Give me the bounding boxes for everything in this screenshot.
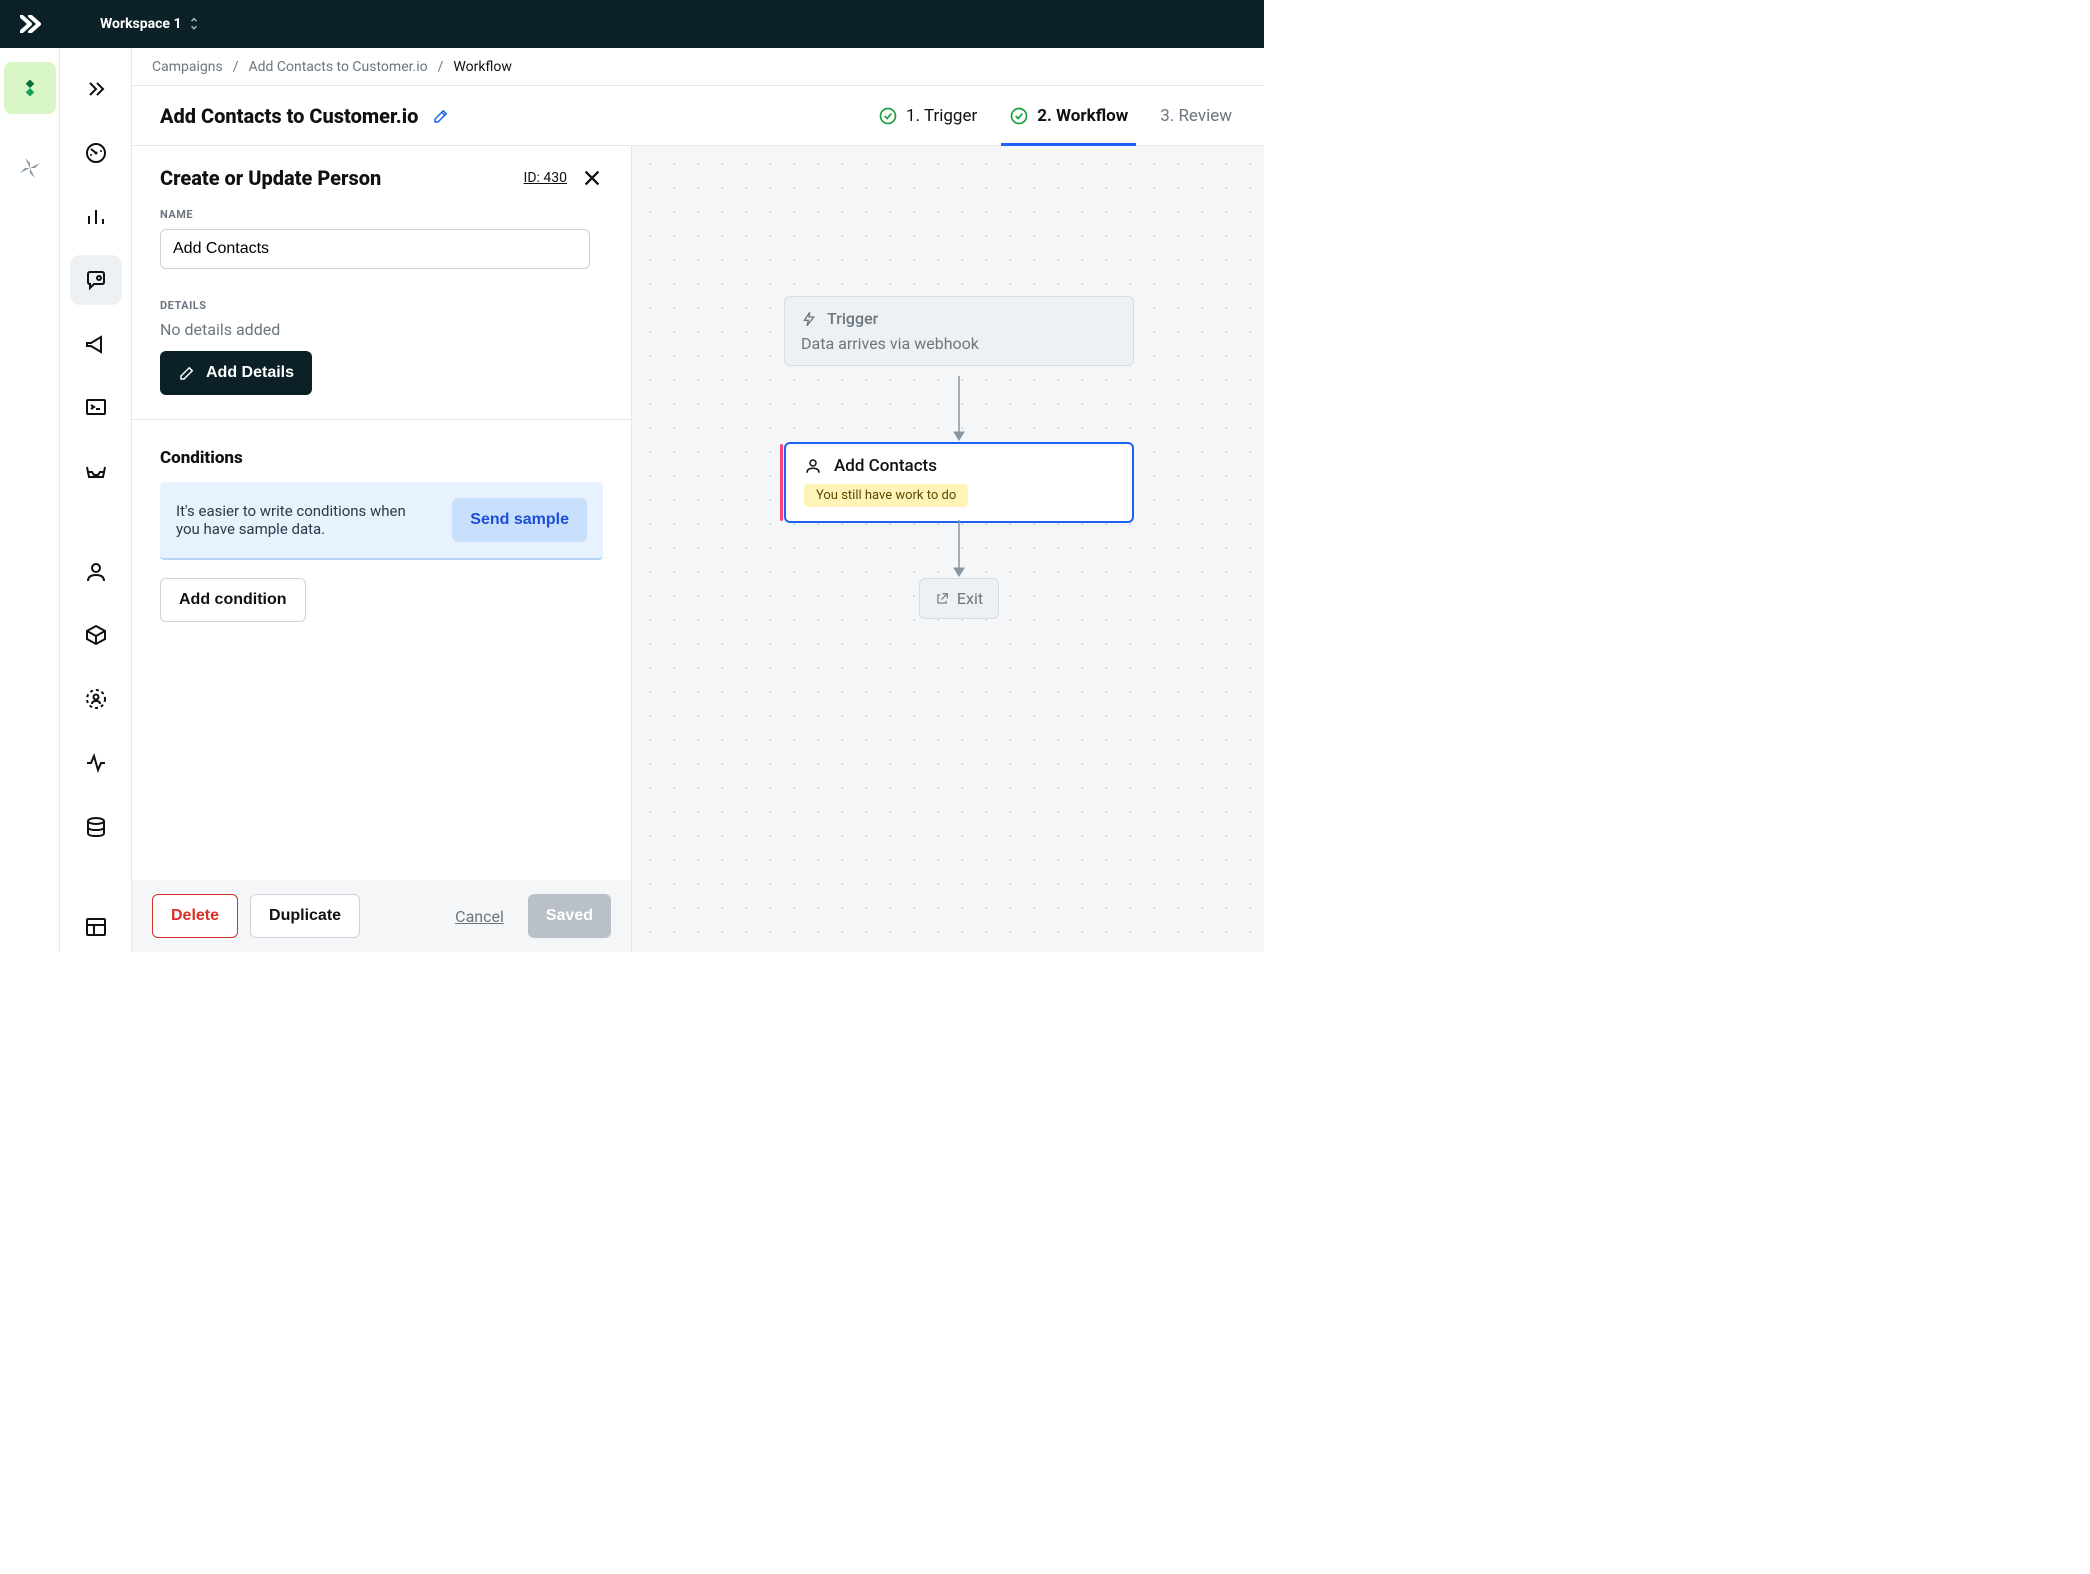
breadcrumb: Campaigns / Add Contacts to Customer.io … bbox=[132, 48, 1264, 86]
exit-label: Exit bbox=[957, 589, 983, 608]
gauge-icon bbox=[84, 141, 108, 165]
nav-people[interactable] bbox=[70, 547, 122, 597]
pinwheel-icon bbox=[18, 156, 42, 180]
nav-rail bbox=[60, 48, 132, 952]
add-condition-button[interactable]: Add condition bbox=[160, 578, 306, 622]
nav-broadcast[interactable] bbox=[70, 319, 122, 369]
app-tile-icon bbox=[18, 76, 42, 100]
check-circle-icon bbox=[878, 106, 898, 126]
main-area: Campaigns / Add Contacts to Customer.io … bbox=[132, 48, 1264, 952]
action-title: Add Contacts bbox=[834, 456, 937, 476]
close-icon[interactable] bbox=[581, 167, 603, 189]
details-panel: Create or Update Person ID: 430 NAME DET… bbox=[132, 146, 632, 952]
action-warning-badge: You still have work to do bbox=[804, 484, 968, 507]
add-details-button[interactable]: Add Details bbox=[160, 351, 312, 395]
workflow-canvas[interactable]: Trigger Data arrives via webhook Add Con… bbox=[632, 146, 1264, 952]
nav-activity-log[interactable] bbox=[70, 738, 122, 788]
title-bar: Add Contacts to Customer.io 1. Trigger 2… bbox=[132, 86, 1264, 146]
name-label: NAME bbox=[160, 208, 603, 221]
step-workflow[interactable]: 2. Workflow bbox=[1005, 86, 1132, 145]
product-app-secondary[interactable] bbox=[4, 142, 56, 194]
page-title: Add Contacts to Customer.io bbox=[160, 104, 418, 128]
activity-icon bbox=[84, 751, 108, 775]
bar-chart-icon bbox=[84, 204, 108, 228]
step-trigger[interactable]: 1. Trigger bbox=[874, 86, 981, 145]
nav-content[interactable] bbox=[70, 902, 122, 952]
conditions-heading: Conditions bbox=[160, 448, 603, 468]
trigger-subtitle: Data arrives via webhook bbox=[801, 334, 1117, 353]
wizard-steps: 1. Trigger 2. Workflow 3. Review bbox=[874, 86, 1236, 145]
workspace-label: Workspace 1 bbox=[100, 16, 181, 32]
workspace-switcher[interactable]: Workspace 1 bbox=[100, 16, 199, 32]
delete-button[interactable]: Delete bbox=[152, 894, 238, 938]
person-circle-icon bbox=[84, 687, 108, 711]
divider bbox=[132, 419, 631, 420]
terminal-icon bbox=[84, 395, 108, 419]
chevron-updown-icon bbox=[189, 17, 199, 30]
person-icon bbox=[804, 457, 822, 475]
speech-eye-icon bbox=[84, 268, 108, 292]
send-sample-button[interactable]: Send sample bbox=[452, 498, 587, 542]
inbox-icon bbox=[84, 459, 108, 483]
nav-analytics[interactable] bbox=[70, 191, 122, 241]
edit-icon[interactable] bbox=[432, 107, 450, 125]
nav-objects[interactable] bbox=[70, 611, 122, 661]
external-link-icon bbox=[935, 592, 949, 606]
nav-dashboard[interactable] bbox=[70, 128, 122, 178]
trigger-title: Trigger bbox=[827, 309, 878, 328]
connector-arrow bbox=[949, 520, 969, 578]
nav-expand[interactable] bbox=[70, 64, 122, 114]
person-icon bbox=[84, 560, 108, 584]
lightning-icon bbox=[801, 311, 817, 327]
product-app-primary[interactable] bbox=[4, 62, 56, 114]
nav-inbox[interactable] bbox=[70, 446, 122, 496]
megaphone-icon bbox=[84, 332, 108, 356]
cancel-link[interactable]: Cancel bbox=[455, 907, 504, 926]
node-action[interactable]: Add Contacts You still have work to do bbox=[784, 442, 1134, 523]
step-review[interactable]: 3. Review bbox=[1156, 86, 1236, 145]
node-exit[interactable]: Exit bbox=[919, 578, 999, 619]
nav-campaigns[interactable] bbox=[70, 255, 122, 305]
nav-code[interactable] bbox=[70, 383, 122, 433]
nav-data[interactable] bbox=[70, 802, 122, 852]
pencil-icon bbox=[178, 364, 196, 382]
check-circle-icon bbox=[1009, 106, 1029, 126]
details-label: DETAILS bbox=[160, 299, 603, 312]
cube-icon bbox=[84, 623, 108, 647]
name-input[interactable] bbox=[160, 229, 590, 269]
saved-button: Saved bbox=[528, 894, 611, 938]
id-link[interactable]: ID: 430 bbox=[524, 170, 567, 186]
panel-footer: Delete Duplicate Cancel Saved bbox=[132, 880, 631, 952]
database-icon bbox=[84, 815, 108, 839]
nav-activity-person[interactable] bbox=[70, 674, 122, 724]
node-trigger[interactable]: Trigger Data arrives via webhook bbox=[784, 296, 1134, 366]
breadcrumb-parent[interactable]: Add Contacts to Customer.io bbox=[249, 59, 428, 75]
conditions-note-text: It's easier to write conditions when you… bbox=[176, 502, 416, 538]
app-logo-icon bbox=[20, 15, 44, 33]
sample-data-note: It's easier to write conditions when you… bbox=[160, 482, 603, 560]
double-chevron-right-icon bbox=[84, 77, 108, 101]
top-bar: Workspace 1 bbox=[0, 0, 1264, 48]
product-rail bbox=[0, 48, 60, 952]
layout-icon bbox=[84, 915, 108, 939]
breadcrumb-current: Workflow bbox=[453, 59, 512, 75]
breadcrumb-root[interactable]: Campaigns bbox=[152, 59, 223, 75]
panel-title: Create or Update Person bbox=[160, 166, 381, 190]
details-empty-text: No details added bbox=[160, 320, 603, 339]
connector-arrow bbox=[949, 376, 969, 442]
duplicate-button[interactable]: Duplicate bbox=[250, 894, 360, 938]
